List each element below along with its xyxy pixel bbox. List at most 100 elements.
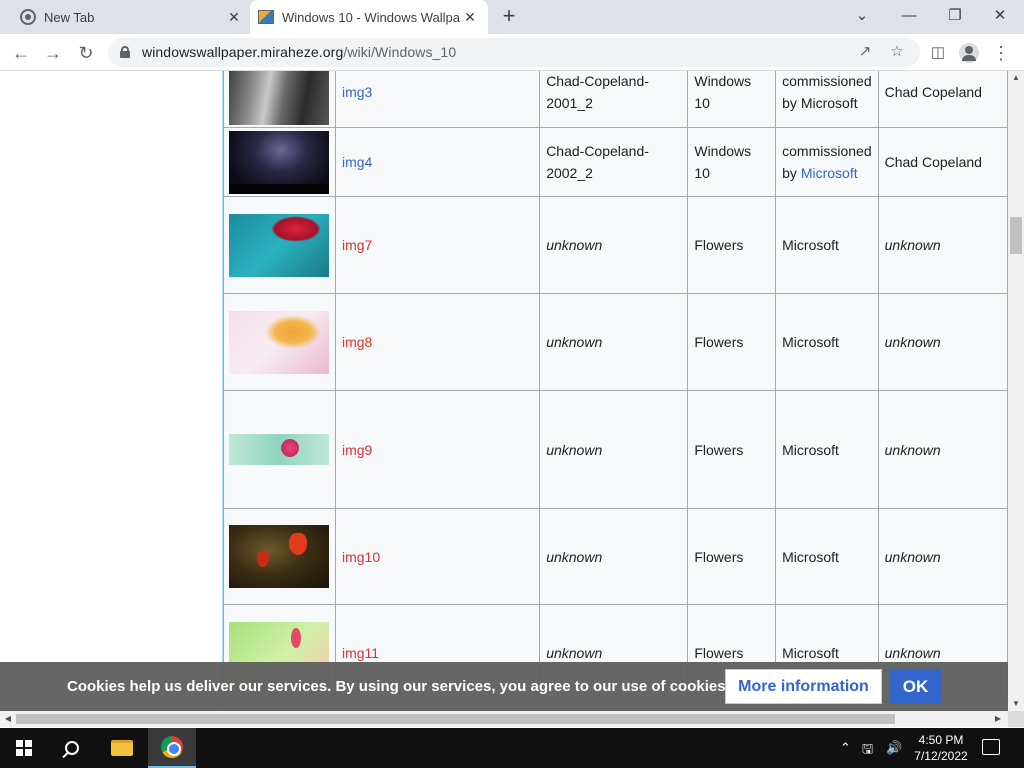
source-text: Microsoft <box>782 237 839 253</box>
address-bar[interactable]: windowswallpaper.miraheze.org/wiki/Windo… <box>108 38 920 67</box>
name-cell: img4 <box>334 127 541 197</box>
wallpaper-thumbnail[interactable] <box>229 71 329 125</box>
tab-close-icon[interactable]: ✕ <box>224 9 244 26</box>
wallpaper-link[interactable]: img4 <box>342 154 372 170</box>
clock-time: 4:50 PM <box>918 733 964 747</box>
thumbnail-cell <box>223 293 336 391</box>
wallpaper-link[interactable]: img10 <box>342 549 380 565</box>
horizontal-scrollbar[interactable]: ◀ ▶ <box>0 711 1008 727</box>
source-cell: Microsoft <box>775 293 879 391</box>
url-text[interactable]: windowswallpaper.miraheze.org/wiki/Windo… <box>142 44 456 60</box>
wallpaper-link[interactable]: img8 <box>342 334 372 350</box>
search-button[interactable] <box>48 728 96 768</box>
wallpaper-thumbnail[interactable] <box>229 130 329 194</box>
clock-date: 7/12/2022 <box>914 749 968 763</box>
windows-logo-icon <box>16 740 32 756</box>
thumbnail-cell <box>223 508 336 605</box>
chrome-icon <box>161 736 183 758</box>
author-cell: unknown <box>877 508 1008 605</box>
profile-avatar-icon[interactable] <box>956 40 982 66</box>
scroll-down-arrow-icon[interactable]: ▼ <box>1008 697 1024 711</box>
volume-icon[interactable]: 🔊 <box>886 740 902 756</box>
new-tab-button[interactable]: + <box>498 5 520 28</box>
share-icon[interactable]: ↗ <box>854 41 876 63</box>
close-window-button[interactable]: ✕ <box>986 4 1014 28</box>
filename-cell: unknown <box>539 390 689 509</box>
table-row: img9 unknown Flowers Microsoft unknown <box>223 390 1008 509</box>
lock-icon[interactable] <box>120 46 130 58</box>
filename-cell: Chad-Copeland-2002_2 <box>539 127 689 197</box>
wiki-content: img3 Chad-Copeland-2001_2 Windows 10 commis… <box>222 71 1008 711</box>
thumbnail-cell <box>223 196 336 294</box>
side-panel-icon[interactable]: ◫ <box>925 40 951 66</box>
source-cell: Microsoft <box>775 196 879 294</box>
browser-toolbar: ← → ↻ windowswallpaper.miraheze.org/wiki… <box>0 34 1024 71</box>
folder-icon <box>111 740 133 756</box>
table-row: img10 unknown Flowers Microsoft unknown <box>223 508 1008 605</box>
category-cell: Flowers <box>687 196 777 294</box>
tab-title: New Tab <box>44 9 95 25</box>
notification-center-icon[interactable] <box>982 739 1000 755</box>
network-icon[interactable]: 🖫 <box>862 740 873 762</box>
source-link[interactable]: Microsoft <box>801 165 858 181</box>
filename-cell: unknown <box>539 293 689 391</box>
forward-arrow-icon[interactable]: → <box>40 40 66 66</box>
cookie-text: Cookies help us deliver our services. By… <box>67 678 730 695</box>
horizontal-scroll-thumb[interactable] <box>16 714 895 724</box>
wallpaper-thumbnail[interactable] <box>229 525 329 588</box>
vertical-scroll-thumb[interactable] <box>1010 217 1022 254</box>
tab-new-tab[interactable]: New Tab ✕ <box>8 0 248 34</box>
scroll-right-arrow-icon[interactable]: ▶ <box>990 712 1006 726</box>
table-row: img8 unknown Flowers Microsoft unknown <box>223 293 1008 391</box>
thumbnail-cell <box>223 71 336 128</box>
wallpaper-thumbnail[interactable] <box>229 310 329 374</box>
category-cell: Flowers <box>687 390 777 509</box>
filename-cell: unknown <box>539 508 689 605</box>
reload-icon[interactable]: ↻ <box>73 40 99 66</box>
scrollbar-corner <box>1008 711 1024 727</box>
tab-title: Windows 10 - Windows Wallpaper Wiki <box>282 9 460 25</box>
tray-chevron-icon[interactable]: ⌃ <box>840 740 851 756</box>
table-row: img7 unknown Flowers Microsoft unknown <box>223 196 1008 294</box>
name-cell: img7 <box>334 196 541 294</box>
back-arrow-icon[interactable]: ← <box>8 40 34 66</box>
chrome-favicon-icon <box>20 9 36 25</box>
bookmark-star-icon[interactable]: ☆ <box>886 41 908 63</box>
author-cell: unknown <box>877 390 1008 509</box>
wallpaper-link[interactable]: img9 <box>342 442 372 458</box>
thumbnail-cell <box>223 127 336 197</box>
name-cell: img8 <box>334 293 541 391</box>
name-cell: img10 <box>334 508 541 605</box>
thumbnail-cell <box>223 390 336 509</box>
vertical-scrollbar[interactable]: ▲ ▼ <box>1008 71 1024 711</box>
scroll-left-arrow-icon[interactable]: ◀ <box>0 712 16 726</box>
author-cell: unknown <box>877 196 1008 294</box>
more-information-button[interactable]: More information <box>725 669 882 704</box>
page-viewport: img3 Chad-Copeland-2001_2 Windows 10 commis… <box>0 71 1008 711</box>
windows-taskbar: ⌃ 🖫 🔊 4:50 PM 7/12/2022 <box>0 728 1024 768</box>
tab-windows-10[interactable]: Windows 10 - Windows Wallpaper Wiki ✕ <box>250 0 488 34</box>
category-cell: Windows 10 <box>687 127 777 197</box>
restore-button[interactable]: ❐ <box>941 4 969 28</box>
cookie-banner: Cookies help us deliver our services. By… <box>0 662 1008 711</box>
system-clock[interactable]: 4:50 PM 7/12/2022 <box>912 732 970 764</box>
tab-search-dropdown-icon[interactable]: ⌄ <box>848 4 876 28</box>
wallpaper-thumbnail[interactable] <box>229 434 329 465</box>
name-cell: img3 <box>334 71 541 128</box>
chrome-taskbar-button[interactable] <box>148 728 196 768</box>
wallpaper-thumbnail[interactable] <box>229 213 329 277</box>
filename-cell: unknown <box>539 196 689 294</box>
wallpaper-link[interactable]: img3 <box>342 84 372 100</box>
scroll-up-arrow-icon[interactable]: ▲ <box>1008 71 1024 85</box>
wallpaper-link[interactable]: img11 <box>342 645 379 661</box>
menu-kebab-icon[interactable]: ⋮ <box>988 40 1014 66</box>
tab-close-icon[interactable]: ✕ <box>460 9 480 26</box>
source-cell: commissioned by Microsoft <box>775 127 879 197</box>
file-explorer-button[interactable] <box>98 728 146 768</box>
wallpaper-link[interactable]: img7 <box>342 237 372 253</box>
table-row: img3 Chad-Copeland-2001_2 Windows 10 commis… <box>223 71 1008 128</box>
start-button[interactable] <box>0 728 48 768</box>
minimize-button[interactable]: — <box>895 4 923 28</box>
wallpaper-table: img3 Chad-Copeland-2001_2 Windows 10 commis… <box>223 71 1008 702</box>
cookie-ok-button[interactable]: OK <box>890 669 941 704</box>
